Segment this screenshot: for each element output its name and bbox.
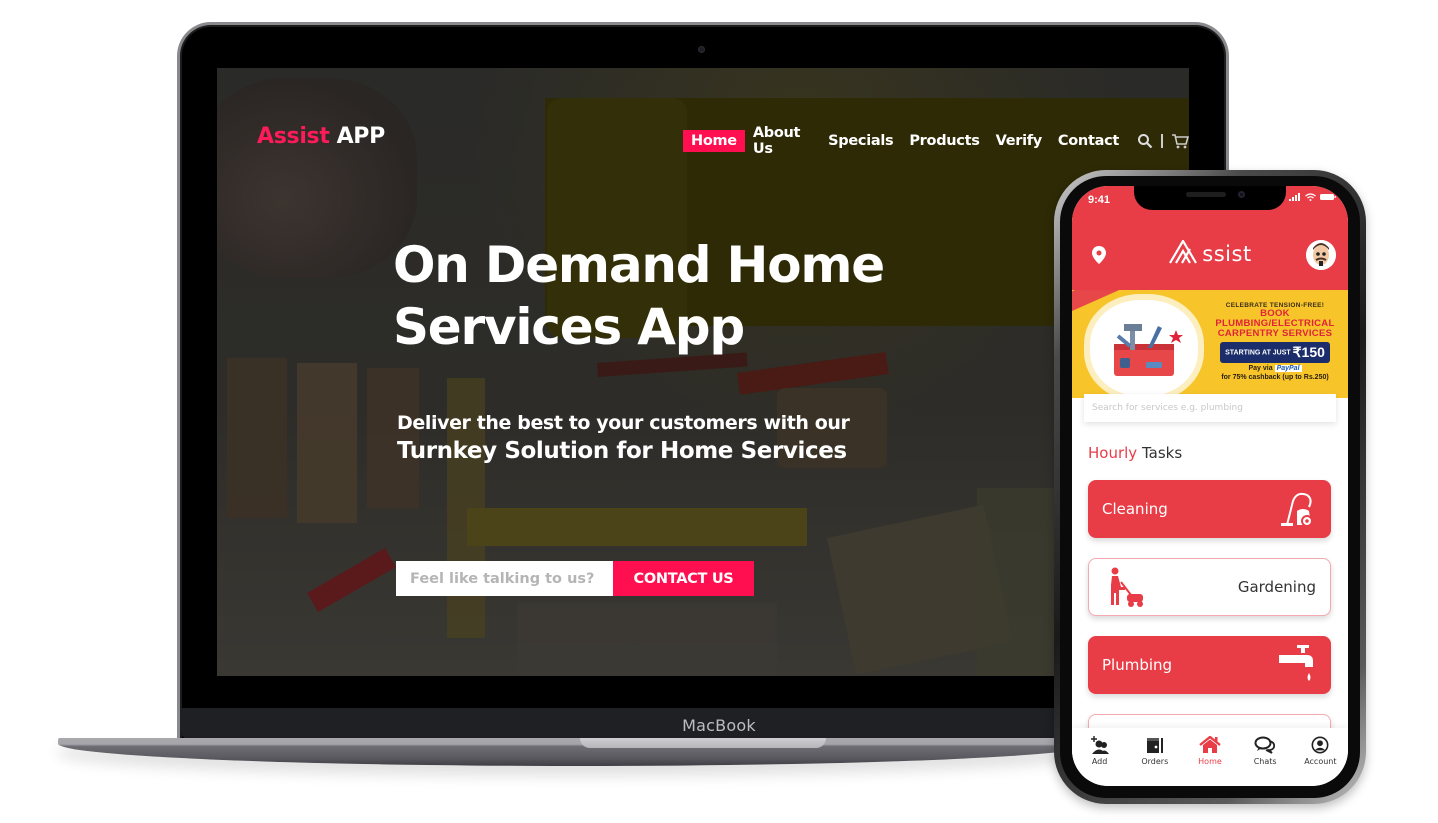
status-icons [1289,193,1336,201]
device-mockup: Assist APP Home About Us Specials Product… [0,0,1438,823]
lawn-mower-icon [1111,567,1143,607]
front-camera [1238,191,1245,198]
avatar[interactable] [1306,240,1336,270]
site-logo[interactable]: Assist APP [257,124,385,149]
service-search-input[interactable] [1084,394,1336,422]
logo-suffix: APP [336,124,386,149]
assist-logo-mark-icon [1169,238,1198,264]
nav-home[interactable]: Home [683,130,745,152]
task-card-cleaning[interactable]: Cleaning [1088,480,1331,538]
banner-text: CELEBRATE TENSION-FREE! BOOK PLUMBING/EL… [1206,302,1344,381]
macbook-base [58,738,1098,766]
tab-add[interactable]: Add [1076,736,1124,766]
task-label: Cleaning [1102,500,1168,518]
search-icon[interactable] [1137,133,1153,149]
website-screen: Assist APP Home About Us Specials Product… [217,68,1189,676]
signal-icon [1289,193,1300,201]
nav-icons [1137,133,1189,149]
chat-icon [1254,736,1276,754]
nav-verify[interactable]: Verify [988,130,1050,152]
faucet-icon [1279,645,1313,681]
tab-orders[interactable]: Orders [1131,736,1179,766]
main-nav: Home About Us Specials Products Verify C… [683,122,1189,160]
banner-price-badge: STARTING AT JUST ₹150 [1220,342,1330,363]
tab-label: Chats [1253,757,1277,766]
hero-subtitle-line1: Deliver the best to your customers with … [397,412,850,434]
tab-chats[interactable]: Chats [1241,736,1289,766]
status-time: 9:41 [1088,194,1111,206]
orders-icon [1146,738,1163,753]
app-screen: 9:41 ssist CELEBRATE TENSION-FREE! BOOK … [1072,186,1348,786]
account-icon [1311,736,1329,754]
cart-icon[interactable] [1171,133,1189,149]
task-card-gardening[interactable]: Gardening [1088,558,1331,616]
hero-subtitle-line2: Turnkey Solution for Home Services [397,438,847,464]
logo-brand: Assist [257,124,330,149]
app-logo-text: ssist [1202,242,1252,266]
home-icon [1199,736,1221,753]
bottom-tab-bar: Add Orders Home Chats Account [1072,728,1348,786]
nav-products[interactable]: Products [901,130,987,152]
banner-price: ₹150 [1292,344,1325,360]
section-title-highlight: Hourly [1088,444,1138,462]
task-label: Plumbing [1102,656,1173,674]
tab-label: Add [1091,757,1108,766]
tab-label: Account [1304,757,1337,766]
banner-line3: CARPENTRY SERVICES [1217,328,1333,339]
banner-badge [1090,300,1198,396]
tab-home[interactable]: Home [1186,736,1234,766]
avatar-face-icon [1306,240,1336,270]
banner-pay: Pay via PayPal [1206,365,1344,372]
hero-title-line2: Services App [393,298,745,356]
hero-title: On Demand Home Services App [393,234,885,358]
promo-banner[interactable]: CELEBRATE TENSION-FREE! BOOK PLUMBING/EL… [1072,290,1348,398]
nav-contact[interactable]: Contact [1050,130,1127,152]
hero-title-line1: On Demand Home [393,236,885,294]
task-card-plumbing[interactable]: Plumbing [1088,636,1331,694]
tab-label: Home [1198,757,1222,766]
add-user-icon [1090,736,1109,754]
nav-specials[interactable]: Specials [820,130,901,152]
task-label: Gardening [1237,578,1316,596]
vacuum-cleaner-icon [1281,492,1313,527]
section-title: Hourly Tasks [1088,444,1182,462]
tab-label: Orders [1141,757,1169,766]
macbook-camera [698,46,705,53]
banner-pay-via: Pay via [1248,365,1273,372]
paypal-logo: PayPal [1274,365,1302,372]
phone-notch [1134,186,1286,210]
banner-cashback: for 75% cashback (up to Rs.250) [1221,374,1329,381]
banner-price-prefix: STARTING AT JUST [1225,349,1291,357]
tab-account[interactable]: Account [1296,736,1344,766]
iphone: 9:41 ssist CELEBRATE TENSION-FREE! BOOK … [1054,170,1366,804]
toolbox-icon [1114,324,1183,376]
battery-icon [1320,194,1336,200]
macbook-opening-notch [580,738,826,748]
section-title-rest: Tasks [1141,444,1183,462]
wifi-icon [1305,193,1316,201]
contact-input[interactable] [396,561,613,596]
contact-us-button[interactable]: CONTACT US [613,561,754,596]
nav-separator [1161,134,1163,148]
nav-about-us[interactable]: About Us [745,122,820,160]
speaker-grille [1186,192,1226,197]
